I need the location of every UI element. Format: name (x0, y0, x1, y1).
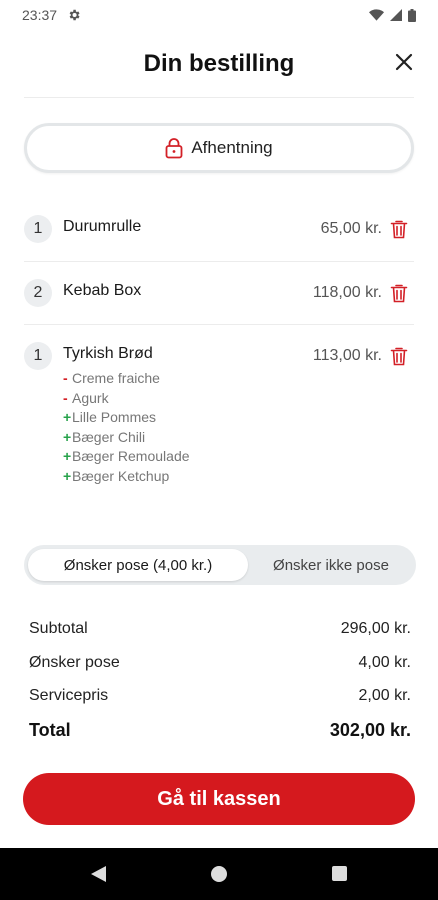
modifier-text: Agurk (72, 389, 109, 406)
bag-option-yes[interactable]: Ønsker pose (4,00 kr.) (28, 549, 248, 581)
item-price: 118,00 kr. (312, 284, 382, 301)
total-value: 302,00 kr. (329, 720, 411, 740)
item-name: Tyrkish Brød (63, 345, 153, 362)
total-row: Total 302,00 kr. (29, 720, 411, 741)
bag-toggle: Ønsker pose (4,00 kr.) Ønsker ikke pose (24, 545, 416, 585)
service-fee-row: Servicepris 2,00 kr. (29, 687, 411, 705)
modifier-text: Bæger Remoulade (72, 448, 190, 464)
plus-sign: + (63, 448, 72, 464)
item-modifiers: - Creme fraiche - Agurk + Lille Pommes + Bæg… (63, 369, 190, 486)
item-quantity-badge[interactable]: 1 (24, 215, 52, 243)
bag-fee-value: 4,00 kr. (358, 654, 411, 671)
item-name: Durumrulle (63, 218, 142, 235)
trash-icon[interactable] (390, 219, 408, 239)
item-price: 65,00 kr. (320, 220, 382, 237)
modifier-text: Bæger Ketchup (72, 467, 170, 484)
wifi-icon (369, 9, 384, 21)
modifier-removed: - Creme fraiche (63, 369, 190, 389)
modifier-text: Lille Pommes (72, 409, 157, 425)
checkout-button[interactable]: Gå til kassen (23, 773, 415, 825)
modifier-added: + Bæger Remoulade (63, 447, 190, 467)
system-nav-bar (0, 848, 438, 900)
modifier-added: + Lille Pommes (63, 408, 190, 428)
recents-square-icon[interactable] (331, 865, 348, 882)
minus-sign: - (63, 389, 68, 406)
item-divider (24, 324, 414, 325)
status-icons (369, 8, 416, 22)
modifier-removed: - Agurk (63, 389, 190, 409)
service-fee-value: 2,00 kr. (358, 687, 411, 704)
pickup-option-button[interactable]: Afhentning (24, 123, 414, 173)
bag-fee-label: Ønsker pose (29, 654, 120, 671)
trash-icon[interactable] (390, 346, 408, 366)
item-price: 113,00 kr. (312, 347, 382, 364)
total-label: Total (29, 720, 71, 740)
bag-fee-row: Ønsker pose 4,00 kr. (29, 654, 411, 672)
modifier-text: Creme fraiche (72, 370, 160, 386)
back-triangle-icon[interactable] (90, 865, 107, 883)
lock-icon (165, 138, 183, 159)
page-title: Din bestilling (143, 50, 295, 77)
subtotal-value: 296,00 kr. (340, 620, 411, 637)
bag-option-no[interactable]: Ønsker ikke pose (250, 549, 412, 581)
subtotal-label: Subtotal (29, 620, 88, 637)
status-bar: 23:37 (0, 0, 438, 30)
item-quantity-badge[interactable]: 2 (24, 279, 52, 307)
battery-icon (408, 8, 416, 22)
modifier-added: + Bæger Chili (63, 428, 190, 448)
subtotal-row: Subtotal 296,00 kr. (29, 620, 411, 638)
trash-icon[interactable] (390, 283, 408, 303)
gear-icon (69, 9, 80, 21)
item-quantity-badge[interactable]: 1 (24, 342, 52, 370)
service-fee-label: Servicepris (29, 687, 109, 704)
plus-sign: + (63, 467, 72, 484)
modifier-text: Bæger Chili (72, 428, 146, 445)
item-name: Kebab Box (63, 282, 142, 299)
minus-sign: - (63, 370, 68, 386)
status-time: 23:37 (22, 7, 58, 23)
header-divider (24, 97, 414, 98)
home-circle-icon[interactable] (210, 865, 228, 883)
modifier-added: + Bæger Ketchup (63, 467, 190, 487)
signal-icon (390, 9, 402, 21)
item-divider (24, 261, 414, 262)
plus-sign: + (63, 409, 72, 425)
pickup-label: Afhentning (191, 138, 273, 157)
plus-sign: + (63, 428, 72, 445)
close-icon[interactable] (392, 50, 416, 74)
header: Din bestilling (0, 44, 438, 86)
